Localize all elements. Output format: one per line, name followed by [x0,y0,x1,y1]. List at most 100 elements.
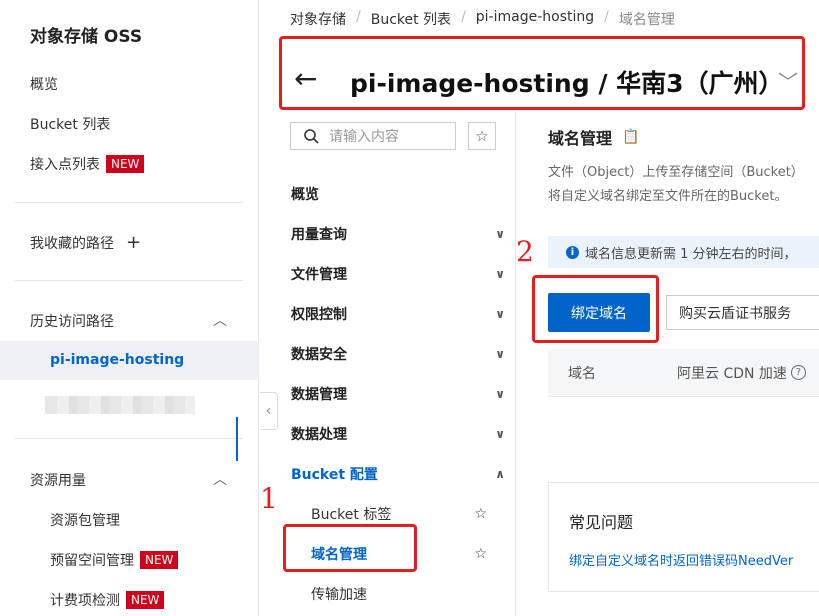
breadcrumb: 对象存储 / Bucket 列表 / pi-image-hosting / 域名管理 [290,9,675,29]
chevron-down-icon: ∨ [495,307,505,321]
nav-item-files[interactable]: 文件管理 ∨ [291,264,505,284]
star-icon[interactable]: ☆ [474,546,487,562]
sidebar-item-access-points[interactable]: 接入点列表 NEW [30,154,145,174]
sidebar-item-billing-check[interactable]: 计费项检测 NEW [50,590,165,610]
sidebar-item-overview[interactable]: 概览 [30,74,58,94]
info-alert: i 域名信息更新需 1 分钟左右的时间， [548,236,819,268]
nav-item-label: 概览 [291,187,319,203]
sidebar-item-label: 接入点列表 [30,157,100,173]
chevron-up-icon: ∧ [495,467,505,481]
nav-item-overview[interactable]: 概览 [291,184,505,204]
annotation-box-2 [532,275,659,343]
divider [15,280,243,281]
sidebar-item-history[interactable]: 历史访问路径 [30,311,114,331]
sidebar-item-label: 计费项检测 [50,593,120,609]
help-icon[interactable]: ? [790,365,806,380]
divider [15,202,243,203]
faq-title: 常见问题 [569,513,634,532]
sidebar-title: 对象存储 OSS [30,27,143,47]
favorite-button[interactable]: ☆ [468,122,496,150]
breadcrumb-separator: / [604,9,609,25]
column-header-cdn: 阿里云 CDN 加速? [677,363,806,383]
nav-item-usage[interactable]: 用量查询 ∨ [291,224,505,244]
breadcrumb-separator: / [356,9,361,25]
section-title: 域名管理 📋 [548,125,639,149]
search-placeholder: 请输入内容 [329,129,399,145]
nav-item-label: 权限控制 [291,307,347,323]
breadcrumb-current: 域名管理 [618,12,675,28]
section-title-text: 域名管理 [548,129,613,148]
divider [548,396,819,397]
chevron-down-icon: ∨ [495,227,505,241]
annotation-number-2: 2 [516,235,534,268]
nav-item-data-management[interactable]: 数据管理 ∨ [291,384,505,404]
chevron-up-icon[interactable]: ︿ [213,310,227,329]
chevron-down-icon: ∨ [495,347,505,361]
nav-item-label: Bucket 配置 [291,467,378,483]
nav-item-label: 数据处理 [291,427,347,443]
new-badge: NEW [106,155,145,173]
sidebar-item-label: 概览 [30,77,58,93]
annotation-number-1: 1 [260,482,278,515]
column-header-label: 阿里云 CDN 加速 [677,365,787,382]
buy-cert-button[interactable]: 购买云盾证书服务 [666,295,819,330]
annotation-box-1 [283,524,417,572]
star-icon: ☆ [475,127,489,145]
new-badge: NEW [140,551,179,569]
nav-subitem-transfer-acceleration[interactable]: 传输加速 [311,584,487,604]
active-indicator [236,417,238,461]
sidebar-item-resource-pack[interactable]: 资源包管理 [50,510,120,530]
divider [15,438,243,439]
sidebar-item-label: 预留空间管理 [50,553,134,569]
sidebar-item-label: 历史访问路径 [30,314,114,330]
nav-item-data-processing[interactable]: 数据处理 ∨ [291,424,505,444]
blurred-history-item[interactable] [45,396,195,414]
search-input[interactable]: 请输入内容 [290,122,456,150]
nav-item-label: Bucket 标签 [311,507,392,523]
breadcrumb-separator: / [461,9,466,25]
info-icon: i [566,245,579,259]
sidebar-item-reserved-space[interactable]: 预留空间管理 NEW [50,550,179,570]
sidebar-item-label: pi-image-hosting [50,352,185,368]
breadcrumb-item[interactable]: 对象存储 [290,9,346,29]
star-icon[interactable]: ☆ [474,506,487,522]
sidebar-item-favorites[interactable]: 我收藏的路径 + [30,233,141,253]
description: 文件（Object）上传至存储空间（Bucket） 将自定义域名绑定至文件所在的… [548,161,804,209]
chevron-up-icon[interactable]: ︿ [213,469,227,488]
nav-item-label: 传输加速 [311,587,367,603]
global-sidebar: 对象存储 OSS 概览 Bucket 列表 接入点列表 NEW 我收藏的路径 + 历… [0,0,259,616]
sidebar-item-history-active[interactable]: pi-image-hosting [0,341,259,380]
sidebar-item-bucket-list[interactable]: Bucket 列表 [30,114,110,134]
nav-item-bucket-config[interactable]: Bucket 配置 ∧ [291,464,505,484]
nav-item-label: 数据安全 [291,347,347,363]
chevron-down-icon: ∨ [495,267,505,281]
document-icon[interactable]: 📋 [622,129,639,145]
nav-item-data-security[interactable]: 数据安全 ∨ [291,344,505,364]
nav-item-label: 用量查询 [291,227,347,243]
description-line: 将自定义域名绑定至文件所在的Bucket。 [548,189,788,204]
annotation-box-header [279,36,805,110]
chevron-down-icon: ∨ [495,387,505,401]
faq-link[interactable]: 绑定自定义域名时返回错误码NeedVer [569,550,793,569]
description-line: 文件（Object）上传至存储空间（Bucket） [548,165,804,180]
chevron-left-icon: ‹ [265,403,272,419]
breadcrumb-item[interactable]: Bucket 列表 [371,9,451,29]
nav-item-label: 文件管理 [291,267,347,283]
sidebar-item-label: 资源包管理 [50,513,120,529]
sidebar-item-label: Bucket 列表 [30,117,111,133]
sidebar-item-label: 我收藏的路径 [30,236,114,252]
nav-subitem-bucket-tags[interactable]: Bucket 标签 ☆ [311,504,487,524]
breadcrumb-item[interactable]: pi-image-hosting [476,9,594,29]
main-content: 域名管理 📋 文件（Object）上传至存储空间（Bucket） 将自定义域名绑定… [518,112,819,616]
nav-item-label: 数据管理 [291,387,347,403]
faq-panel: 常见问题 绑定自定义域名时返回错误码NeedVer [548,482,819,592]
plus-icon[interactable]: + [126,234,141,252]
alert-text: 域名信息更新需 1 分钟左右的时间， [585,246,797,262]
sidebar-item-resource-usage[interactable]: 资源用量 [30,470,86,490]
sidebar-collapse-button[interactable]: ‹ [260,392,278,430]
search-icon [304,129,319,144]
column-header-domain: 域名 [568,365,596,382]
table-header: 域名 阿里云 CDN 加速? [548,349,819,396]
sidebar-item-label: 资源用量 [30,473,86,489]
nav-item-permissions[interactable]: 权限控制 ∨ [291,304,505,324]
